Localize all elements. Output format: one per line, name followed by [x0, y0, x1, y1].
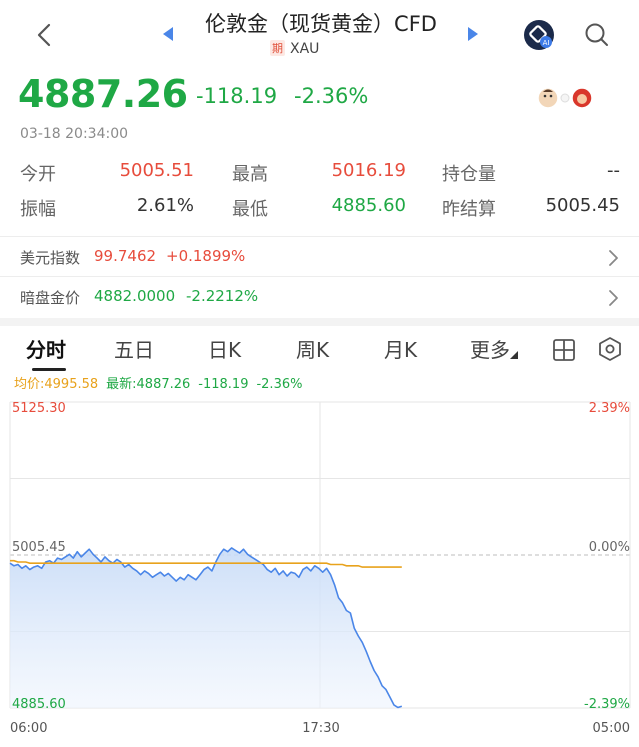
dark-gold-row[interactable]: 暗盘金价 4882.0000 -2.2212%: [0, 276, 639, 316]
search-icon[interactable]: [584, 22, 610, 48]
prev-instrument-icon[interactable]: [162, 26, 174, 42]
chevron-right-icon: [609, 250, 618, 266]
x-axis-start-label: 06:00: [10, 721, 47, 736]
dark-gold-label: 暗盘金价: [20, 289, 81, 307]
active-tab-indicator: [32, 368, 66, 371]
top-nav: 伦敦金（现货黄金）CFD 期 XAU AI: [0, 0, 639, 66]
x-axis-end-label: 05:00: [593, 721, 630, 736]
amplitude-value: 2.61%: [136, 195, 194, 216]
open-value: 5005.51: [119, 160, 194, 181]
ai-assistant-icon[interactable]: AI: [523, 19, 555, 51]
low-label: 最低: [232, 199, 268, 220]
legend-change: -118.19: [198, 377, 249, 392]
chart-legend: 均价:4995.58 最新:4887.26 -118.19 -2.36%: [14, 373, 302, 392]
next-instrument-icon[interactable]: [467, 26, 479, 42]
grid-layout-icon[interactable]: [552, 338, 576, 362]
price-change: -118.19: [196, 84, 278, 108]
dropdown-corner-icon: [510, 351, 518, 359]
tab-more-label: 更多: [470, 338, 510, 362]
community-avatars[interactable]: [536, 86, 596, 110]
price-area-fill: [10, 547, 402, 708]
open-interest-label: 持仓量: [442, 164, 496, 185]
tab-daily-k[interactable]: 日K: [208, 334, 241, 363]
svg-text:AI: AI: [543, 39, 550, 47]
tab-intraday[interactable]: 分时: [26, 334, 66, 363]
last-price: 4887.26: [18, 72, 188, 116]
tab-weekly-k[interactable]: 周K: [296, 334, 329, 363]
y-axis-mid-label: 5005.45: [12, 540, 66, 555]
intraday-chart[interactable]: 5125.30 5005.45 4885.60 2.39% 0.00% -2.3…: [0, 394, 639, 747]
open-label: 今开: [20, 164, 56, 185]
legend-change-pct: -2.36%: [256, 377, 303, 392]
open-interest-value: --: [607, 160, 620, 181]
dark-gold-change: -2.2212%: [186, 287, 259, 305]
high-value: 5016.19: [331, 160, 406, 181]
instrument-title: 伦敦金（现货黄金）CFD: [205, 12, 437, 36]
low-value: 4885.60: [331, 195, 406, 216]
chevron-right-icon: [609, 290, 618, 306]
y-axis-top-label: 5125.30: [12, 401, 66, 416]
high-label: 最高: [232, 164, 268, 185]
price-change-pct: -2.36%: [294, 84, 369, 108]
price-header: 4887.26 -118.19 -2.36%: [0, 72, 639, 122]
usd-index-label: 美元指数: [20, 249, 81, 267]
pct-axis-mid-label: 0.00%: [589, 540, 630, 555]
tab-five-day[interactable]: 五日: [114, 334, 154, 363]
tab-more[interactable]: 更多: [470, 334, 518, 363]
instrument-code: 期 XAU: [270, 40, 380, 60]
prev-settle-value: 5005.45: [545, 195, 620, 216]
tab-monthly-k[interactable]: 月K: [384, 334, 417, 363]
pct-axis-top-label: 2.39%: [589, 401, 630, 416]
futures-tag: 期: [270, 40, 285, 56]
amplitude-label: 振幅: [20, 199, 56, 220]
prev-settle-label: 昨结算: [442, 199, 496, 220]
legend-avg-price: 均价:4995.58: [14, 377, 99, 392]
y-axis-bottom-label: 4885.60: [12, 697, 66, 712]
usd-index-value: 99.7462: [94, 247, 157, 265]
chart-tabs: 分时 五日 日K 周K 月K 更多: [0, 318, 639, 371]
usd-index-change: +0.1899%: [166, 247, 246, 265]
quote-timestamp: 03-18 20:34:00: [20, 126, 129, 142]
x-axis-mid-label: 17:30: [302, 721, 339, 736]
usd-index-row[interactable]: 美元指数 99.7462 +0.1899%: [0, 236, 639, 276]
back-icon[interactable]: [34, 22, 56, 48]
legend-latest-price: 最新:4887.26: [106, 377, 191, 392]
instrument-symbol: XAU: [290, 41, 320, 57]
settings-hex-icon[interactable]: [597, 336, 623, 362]
pct-axis-bottom-label: -2.39%: [584, 697, 630, 712]
dark-gold-value: 4882.0000: [94, 287, 176, 305]
